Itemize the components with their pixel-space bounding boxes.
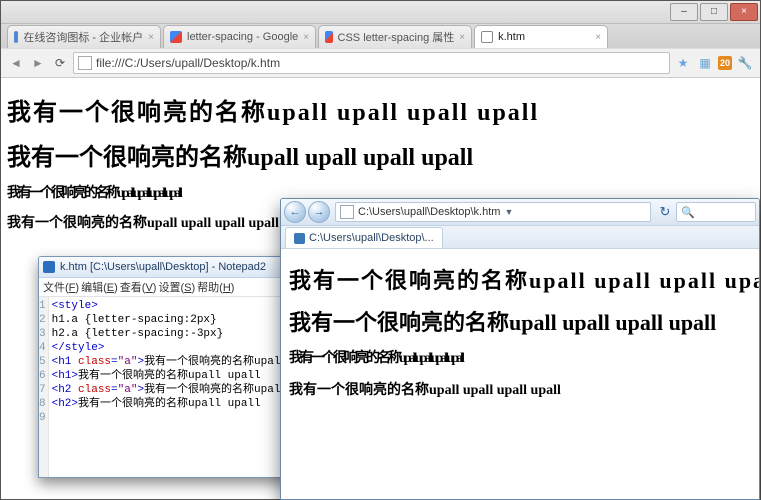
favicon-icon <box>481 31 493 43</box>
code-line[interactable]: <h2 class="a">我有一个很响亮的名称upall up <box>52 383 301 397</box>
tab-close-icon[interactable]: × <box>595 32 601 43</box>
line-number: 5 <box>39 355 46 369</box>
window-titlebar[interactable]: – □ × <box>1 1 760 24</box>
address-bar: ◄ ► ⟳ file:///C:/Users/upall/Desktop/k.h… <box>1 48 760 78</box>
tab-strip: 在线咨询图标 - 企业帐户×letter-spacing - Google×CS… <box>1 24 760 48</box>
tab-label: k.htm <box>498 31 525 43</box>
rendered-h1-letterspaced: 我有一个很响亮的名称upall upall upall upall <box>7 92 754 127</box>
line-number: 2 <box>39 313 46 327</box>
line-number-gutter: 123456789 <box>39 297 49 478</box>
notepad-app-icon <box>43 261 55 273</box>
tab-label: letter-spacing - Google <box>187 31 298 43</box>
menu-item[interactable]: 帮助(H) <box>197 279 234 295</box>
wrench-menu-icon[interactable]: 🔧 <box>736 54 754 72</box>
window-maximize-button[interactable]: □ <box>700 3 728 21</box>
ie-reload-button[interactable]: ↻ <box>656 203 674 221</box>
notepad-window: k.htm [C:\Users\upall\Desktop] - Notepad… <box>38 256 302 478</box>
tab-label: CSS letter-spacing 属性 <box>338 29 455 45</box>
line-number: 4 <box>39 341 46 355</box>
code-line[interactable] <box>52 411 301 425</box>
extension-icon[interactable]: ▦ <box>696 54 714 72</box>
browser-tab[interactable]: 在线咨询图标 - 企业帐户 × <box>7 25 161 48</box>
line-number: 7 <box>39 383 46 397</box>
code-line[interactable]: <style> <box>52 299 301 313</box>
menu-item[interactable]: 文件(F) <box>43 279 79 295</box>
line-number: 3 <box>39 327 46 341</box>
line-number: 8 <box>39 397 46 411</box>
code-line[interactable]: h1.a {letter-spacing:2px} <box>52 313 301 327</box>
notepad-menu-bar: 文件(F)编辑(E)查看(V)设置(S)帮助(H) <box>39 278 301 297</box>
ie-page-icon <box>340 205 354 219</box>
ie-page-viewport: 我有一个很响亮的名称upall upall upall upal 我有一个很响亮… <box>281 249 759 421</box>
ie-url-text: C:\Users\upall\Desktop\k.htm <box>358 206 500 218</box>
menu-item[interactable]: 查看(V) <box>120 279 157 295</box>
notepad-titlebar[interactable]: k.htm [C:\Users\upall\Desktop] - Notepad… <box>39 257 301 278</box>
ie-tab-label: C:\Users\upall\Desktop\... <box>309 232 434 244</box>
code-line[interactable]: <h1 class="a">我有一个很响亮的名称upall up <box>52 355 301 369</box>
code-line[interactable]: </style> <box>52 341 301 355</box>
code-line[interactable]: <h1>我有一个很响亮的名称upall upall <box>52 369 301 383</box>
window-close-button[interactable]: × <box>730 3 758 21</box>
ie-url-input[interactable]: C:\Users\upall\Desktop\k.htm ▼ <box>335 202 651 222</box>
ie-tab-icon <box>294 233 305 244</box>
rendered-h1-normal: 我有一个很响亮的名称upall upall upall upall <box>7 137 754 172</box>
rss-badge-icon[interactable]: 20 <box>718 56 732 70</box>
menu-item[interactable]: 编辑(E) <box>81 279 118 295</box>
line-number: 1 <box>39 299 46 313</box>
page-icon <box>78 56 92 70</box>
notepad-editor[interactable]: 123456789 <style>h1.a {letter-spacing:2p… <box>39 297 301 478</box>
reload-button[interactable]: ⟳ <box>51 54 69 72</box>
code-area[interactable]: <style>h1.a {letter-spacing:2px}h2.a {le… <box>49 297 301 478</box>
back-button[interactable]: ◄ <box>7 54 25 72</box>
url-text: file:///C:/Users/upall/Desktop/k.htm <box>96 56 280 70</box>
browser-tab[interactable]: k.htm × <box>474 25 608 48</box>
ie-rendered-h1-normal: 我有一个很响亮的名称upall upall upall upall <box>289 305 751 337</box>
window-minimize-button[interactable]: – <box>670 3 698 21</box>
bookmark-star-icon[interactable]: ★ <box>674 54 692 72</box>
ie-rendered-h2-normal: 我有一个很响亮的名称upall upall upall upall <box>289 379 751 399</box>
favicon-icon <box>14 31 18 43</box>
ie-search-input[interactable]: 🔍 <box>676 202 756 222</box>
browser-tab[interactable]: letter-spacing - Google × <box>163 25 316 48</box>
ie-address-bar: ← → C:\Users\upall\Desktop\k.htm ▼ ↻ 🔍 <box>281 199 759 226</box>
favicon-icon <box>325 31 332 43</box>
ie-rendered-h1-letterspaced: 我有一个很响亮的名称upall upall upall upal <box>289 263 751 295</box>
browser-tab[interactable]: CSS letter-spacing 属性 × <box>318 25 472 48</box>
tab-close-icon[interactable]: × <box>303 32 309 43</box>
ie-tab[interactable]: C:\Users\upall\Desktop\... <box>285 227 443 248</box>
ie-forward-button[interactable]: → <box>308 201 330 223</box>
forward-button[interactable]: ► <box>29 54 47 72</box>
search-icon: 🔍 <box>681 206 695 219</box>
favicon-icon <box>170 31 182 43</box>
code-line[interactable]: <h2>我有一个很响亮的名称upall upall <box>52 397 301 411</box>
url-input[interactable]: file:///C:/Users/upall/Desktop/k.htm <box>73 52 670 74</box>
ie-window: ← → C:\Users\upall\Desktop\k.htm ▼ ↻ 🔍 C… <box>280 198 760 500</box>
ie-rendered-h2-letterspaced: 我有一个很响亮的名称upall upall upall upall <box>289 347 751 367</box>
code-line[interactable]: h2.a {letter-spacing:-3px} <box>52 327 301 341</box>
menu-item[interactable]: 设置(S) <box>158 279 195 295</box>
rss-count: 20 <box>720 58 730 68</box>
line-number: 9 <box>39 411 46 425</box>
chevron-down-icon[interactable]: ▼ <box>504 207 513 217</box>
tab-label: 在线咨询图标 - 企业帐户 <box>23 29 143 45</box>
ie-tab-strip: C:\Users\upall\Desktop\... <box>281 226 759 249</box>
notepad-title-text: k.htm [C:\Users\upall\Desktop] - Notepad… <box>60 261 266 273</box>
tab-close-icon[interactable]: × <box>148 32 154 43</box>
line-number: 6 <box>39 369 46 383</box>
ie-back-button[interactable]: ← <box>284 201 306 223</box>
tab-close-icon[interactable]: × <box>459 32 465 43</box>
